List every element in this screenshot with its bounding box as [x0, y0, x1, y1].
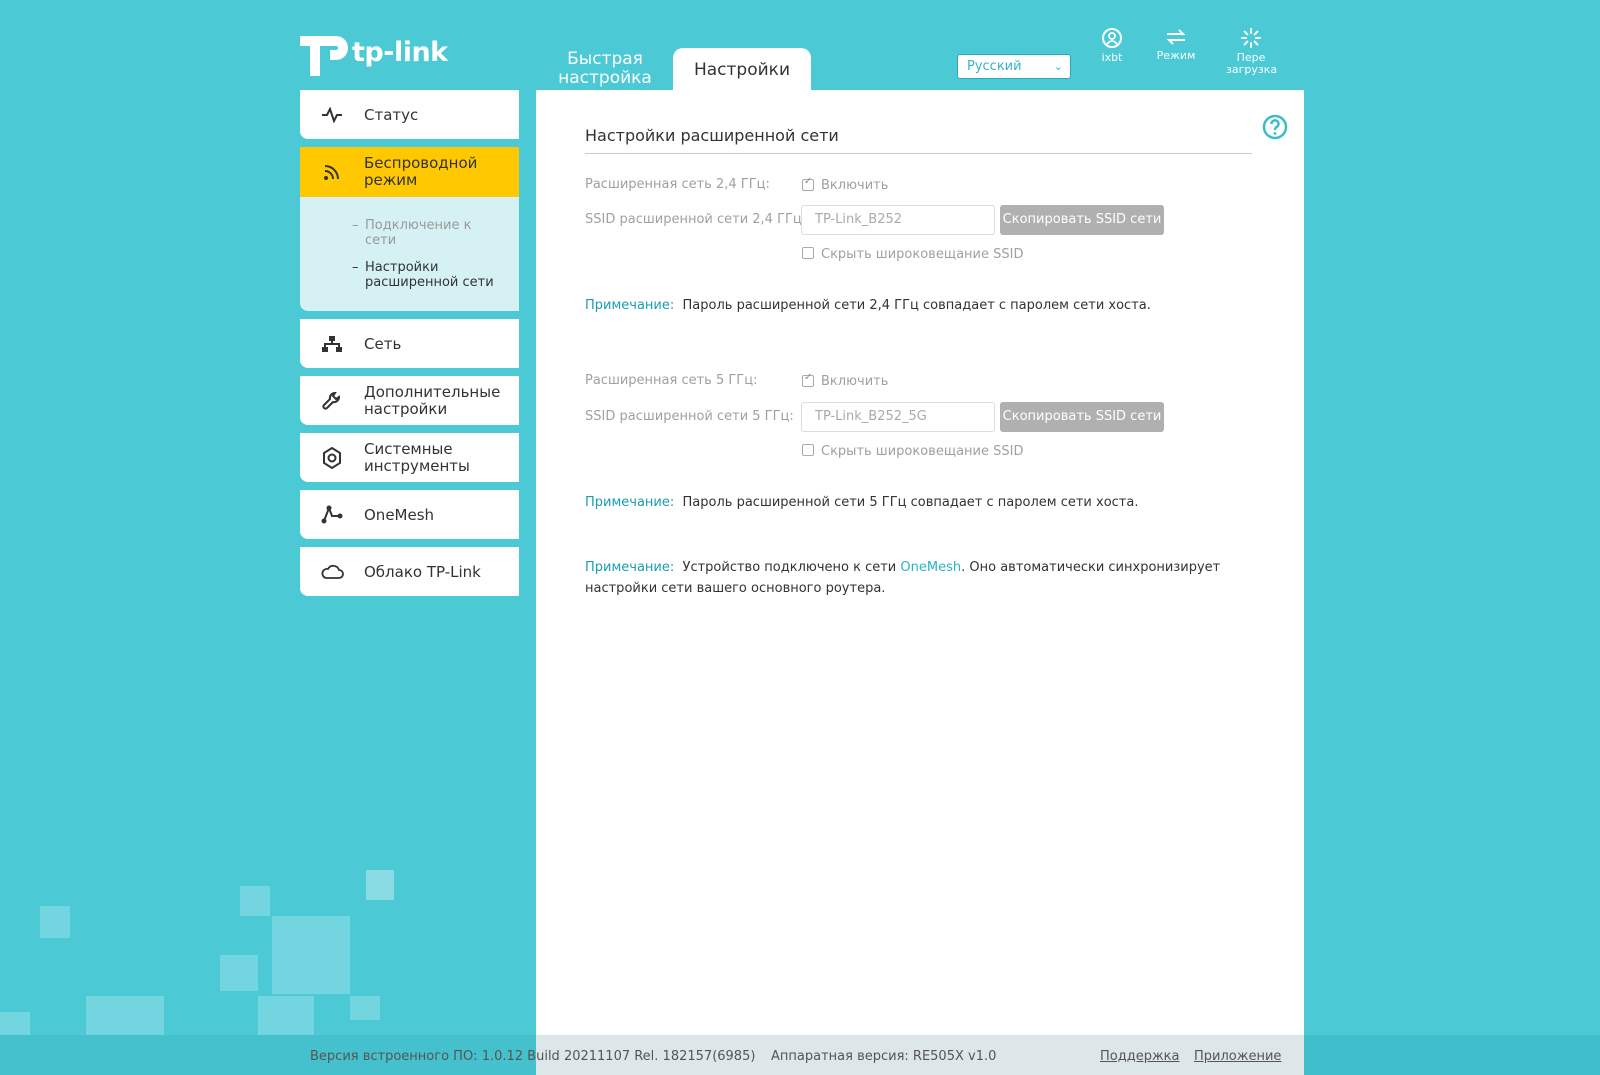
reboot-icon	[1241, 28, 1261, 48]
sidebar-item-onemesh[interactable]: OneMesh	[300, 490, 519, 539]
sidebar-item-status[interactable]: Статус	[300, 90, 519, 139]
bg-decoration	[366, 870, 394, 900]
onemesh-note: Примечание: Устройство подключено к сети…	[585, 557, 1225, 599]
band5-copy-ssid-button[interactable]: Скопировать SSID сети	[1000, 402, 1164, 432]
sidebar-item-label: Системные инструменты	[364, 439, 470, 475]
check-icon: ✓	[804, 372, 813, 383]
logo-text: tp-link	[352, 36, 448, 68]
bg-decoration	[40, 906, 70, 938]
band24-enable-label: Расширенная сеть 2,4 ГГц:	[585, 177, 770, 192]
check-icon: ✓	[804, 176, 813, 187]
bg-decoration	[220, 955, 258, 991]
cloud-icon	[300, 563, 364, 581]
band5-note: Примечание: Пароль расширенной сети 5 ГГ…	[585, 492, 1225, 513]
firmware-version: Версия встроенного ПО: 1.0.12 Build 2021…	[310, 1049, 756, 1064]
bg-decoration	[350, 996, 380, 1020]
sidebar-item-label: Сеть	[364, 334, 402, 353]
tp-link-logo-icon	[300, 36, 348, 76]
wrench-icon	[300, 391, 364, 411]
page-title: Настройки расширенной сети	[585, 126, 839, 145]
band5-enable-checkbox-label: Включить	[821, 374, 889, 389]
tab-settings[interactable]: Настройки	[673, 48, 811, 90]
band5-enable-label: Расширенная сеть 5 ГГц:	[585, 373, 758, 388]
hardware-version: Аппаратная версия: RE505X v1.0	[771, 1049, 997, 1064]
help-icon	[1262, 114, 1288, 140]
sidebar-item-system-tools[interactable]: Системные инструменты	[300, 433, 519, 482]
language-select-value: Русский	[967, 59, 1022, 74]
band24-hide-ssid-label: Скрыть широковещание SSID	[821, 247, 1024, 262]
chevron-down-icon: ⌄	[1053, 60, 1063, 73]
language-select[interactable]: Русский ⌄	[957, 54, 1071, 79]
sidebar-item-cloud[interactable]: Облако TP-Link	[300, 547, 519, 596]
band24-ssid-input[interactable]: TP-Link_B252	[801, 205, 995, 235]
sidebar-item-label: OneMesh	[364, 505, 435, 524]
bg-decoration	[258, 996, 314, 1035]
sidebar-subitem-label: Подключение к сети	[365, 218, 472, 248]
gear-icon	[300, 446, 364, 469]
sidebar-item-network[interactable]: Сеть	[300, 319, 519, 368]
mesh-icon	[300, 505, 364, 525]
sidebar-subitem-label: Настройки расширенной сети	[365, 260, 494, 290]
note-text: Пароль расширенной сети 2,4 ГГц совпадае…	[682, 298, 1151, 313]
mode-switch-icon	[1166, 29, 1186, 45]
mode-button[interactable]: Режим	[1156, 27, 1196, 62]
support-link[interactable]: Поддержка	[1100, 1049, 1180, 1064]
band24-hide-ssid-checkbox[interactable]	[802, 247, 814, 259]
title-divider	[585, 153, 1252, 154]
band24-enable-checkbox-label: Включить	[821, 178, 889, 193]
band5-ssid-input[interactable]: TP-Link_B252_5G	[801, 402, 995, 432]
band24-enable-checkbox[interactable]: ✓	[802, 176, 814, 191]
band5-ssid-label: SSID расширенной сети 5 ГГц:	[585, 409, 794, 424]
sidebar-item-label: Статус	[364, 105, 419, 124]
band24-copy-ssid-button[interactable]: Скопировать SSID сети	[1000, 205, 1164, 235]
app-link[interactable]: Приложение	[1194, 1049, 1281, 1064]
bg-decoration	[240, 886, 270, 916]
sidebar-item-advanced[interactable]: Дополнительные настройки	[300, 376, 519, 425]
sidebar-item-label: Беспроводной режим	[364, 154, 478, 189]
main-panel: Настройки расширенной сети Расширенная с…	[536, 90, 1304, 1035]
note-text: Пароль расширенной сети 5 ГГц совпадает …	[682, 495, 1139, 510]
band5-enable-checkbox[interactable]: ✓	[802, 372, 814, 387]
sidebar-item-wireless[interactable]: Беспроводной режим	[300, 147, 519, 197]
user-label: ixbt	[1101, 51, 1123, 64]
pulse-icon	[300, 106, 364, 123]
bg-decoration	[272, 916, 350, 994]
sidebar-item-label: Облако TP-Link	[364, 562, 481, 581]
wireless-icon	[300, 162, 364, 182]
note-label: Примечание:	[585, 495, 675, 510]
onemesh-link[interactable]: OneMesh	[900, 560, 961, 575]
bg-decoration	[0, 1012, 30, 1036]
band24-note: Примечание: Пароль расширенной сети 2,4 …	[585, 295, 1225, 316]
reboot-label: Пере загрузка	[1226, 51, 1278, 76]
help-button[interactable]	[1262, 114, 1288, 144]
network-icon	[300, 335, 364, 353]
user-button[interactable]: ixbt	[1094, 27, 1130, 64]
note-label: Примечание:	[585, 560, 675, 575]
sidebar-submenu	[300, 197, 519, 311]
band24-ssid-label: SSID расширенной сети 2,4 ГГц:	[585, 212, 807, 227]
band5-hide-ssid-checkbox[interactable]	[802, 444, 814, 456]
band5-hide-ssid-label: Скрыть широковещание SSID	[821, 444, 1024, 459]
note-text: Устройство подключено к сети	[682, 560, 897, 575]
tp-link-logo: tp-link	[300, 28, 448, 76]
user-icon	[1102, 28, 1122, 48]
tab-quick-setup[interactable]: Быстрая настройка	[540, 50, 670, 88]
sidebar-item-label: Дополнительные настройки	[364, 382, 501, 418]
mode-label: Режим	[1156, 49, 1196, 62]
note-label: Примечание:	[585, 298, 675, 313]
reboot-button[interactable]: Пере загрузка	[1223, 27, 1279, 76]
